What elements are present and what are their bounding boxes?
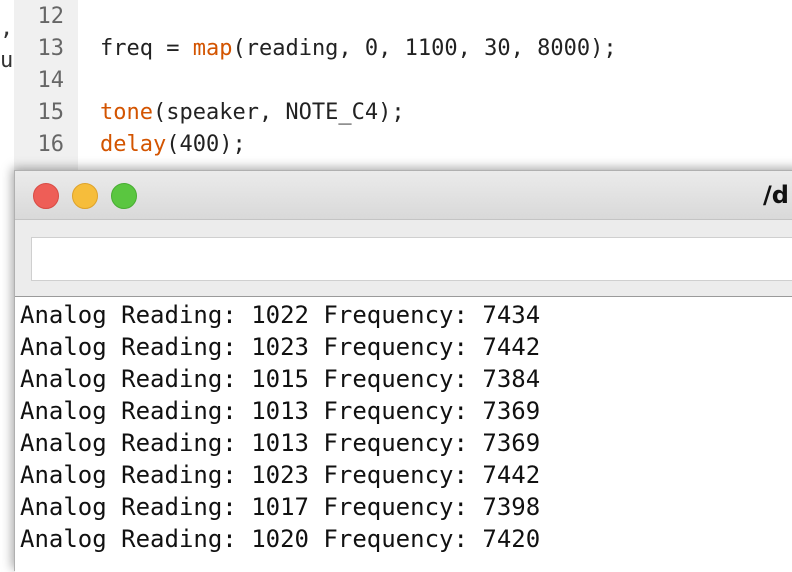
line-number: 14 (37, 68, 65, 93)
serial-monitor-window: /d Analog Reading: 1022 Frequency: 7434 … (14, 170, 792, 572)
line-number: 13 (37, 36, 65, 61)
serial-output-area[interactable]: Analog Reading: 1022 Frequency: 7434 Ana… (15, 296, 792, 572)
edge-fragment: u (0, 48, 14, 73)
code-editor[interactable]: , u 12 13 14 15 16 freq = map(reading, 0… (0, 0, 792, 175)
close-window-button[interactable] (33, 183, 59, 209)
code-token: (reading, 0, 1100, 30, 8000); (232, 36, 617, 61)
code-token-function: delay (100, 132, 167, 157)
output-line: Analog Reading: 1013 Frequency: 7369 (20, 397, 541, 425)
output-line: Analog Reading: 1013 Frequency: 7369 (20, 429, 541, 457)
serial-input-field[interactable] (31, 237, 792, 281)
code-line[interactable]: freq = map(reading, 0, 1100, 30, 8000); (100, 34, 617, 64)
output-line: Analog Reading: 1017 Frequency: 7398 (20, 493, 541, 521)
code-token: (speaker, NOTE_C4); (152, 100, 405, 125)
minimize-window-button[interactable] (72, 183, 98, 209)
code-token: (400); (166, 132, 246, 157)
code-line[interactable]: tone(speaker, NOTE_C4); (100, 98, 405, 128)
code-token-function: tone (100, 100, 153, 125)
maximize-window-button[interactable] (111, 183, 137, 209)
code-token-function: map (192, 36, 233, 61)
line-number: 15 (37, 100, 65, 125)
code-token: freq = (100, 36, 193, 61)
output-line: Analog Reading: 1023 Frequency: 7442 (20, 333, 541, 361)
output-line: Analog Reading: 1022 Frequency: 7434 (20, 301, 541, 329)
code-line[interactable]: delay(400); (100, 130, 246, 160)
edge-fragment: , (0, 16, 14, 41)
window-titlebar[interactable]: /d (15, 171, 792, 220)
line-number: 12 (37, 4, 65, 29)
line-number: 16 (37, 132, 65, 157)
output-line: Analog Reading: 1015 Frequency: 7384 (20, 365, 541, 393)
output-line: Analog Reading: 1020 Frequency: 7420 (20, 525, 541, 553)
window-title: /d (763, 181, 789, 209)
output-line: Analog Reading: 1023 Frequency: 7442 (20, 461, 541, 489)
